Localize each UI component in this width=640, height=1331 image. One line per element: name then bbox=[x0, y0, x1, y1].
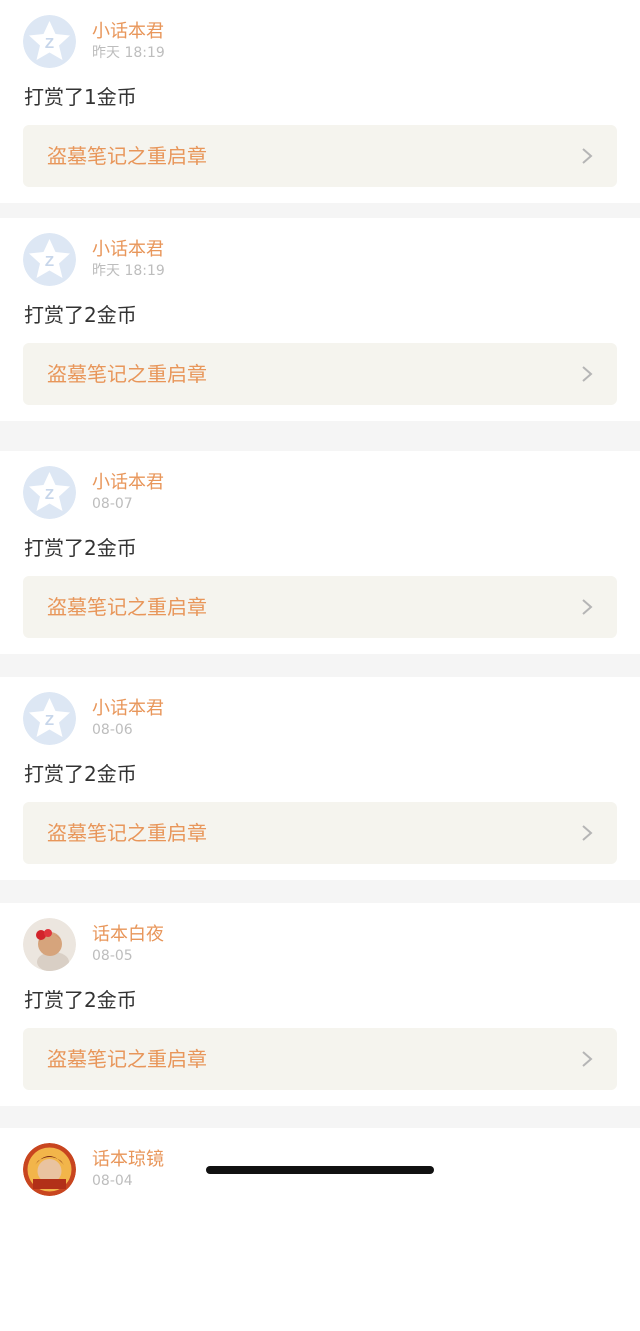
reward-message: 打赏了2金币 bbox=[24, 988, 137, 1012]
feed-item: 话本琼镜 08-04 bbox=[0, 1128, 640, 1331]
post-time: 昨天 18:19 bbox=[92, 263, 165, 279]
book-title: 盗墓笔记之重启章 bbox=[47, 595, 207, 619]
chevron-right-icon bbox=[582, 1051, 593, 1067]
avatar[interactable] bbox=[23, 1143, 76, 1196]
chevron-right-icon bbox=[582, 599, 593, 615]
default-avatar-icon: Z bbox=[23, 15, 76, 68]
reward-message: 打赏了1金币 bbox=[24, 85, 137, 109]
chevron-right-icon bbox=[582, 825, 593, 841]
post-time: 08-07 bbox=[92, 496, 133, 512]
avatar[interactable]: Z bbox=[23, 466, 76, 519]
avatar[interactable]: Z bbox=[23, 15, 76, 68]
feed-item: Z 小话本君 昨天 18:19 打赏了1金币 盗墓笔记之重启章 bbox=[0, 0, 640, 203]
book-link[interactable]: 盗墓笔记之重启章 bbox=[23, 125, 617, 187]
photo-avatar-icon bbox=[23, 918, 76, 971]
feed-item: Z 小话本君 08-07 打赏了2金币 盗墓笔记之重启章 bbox=[0, 451, 640, 654]
feed-item: Z 小话本君 08-06 打赏了2金币 盗墓笔记之重启章 bbox=[0, 677, 640, 880]
user-name[interactable]: 小话本君 bbox=[92, 20, 164, 44]
book-title: 盗墓笔记之重启章 bbox=[47, 1047, 207, 1071]
book-link[interactable]: 盗墓笔记之重启章 bbox=[23, 802, 617, 864]
post-time: 昨天 18:19 bbox=[92, 45, 165, 61]
post-time: 08-04 bbox=[92, 1173, 133, 1189]
user-name[interactable]: 小话本君 bbox=[92, 471, 164, 495]
chevron-right-icon bbox=[582, 148, 593, 164]
reward-message: 打赏了2金币 bbox=[24, 303, 137, 327]
book-link[interactable]: 盗墓笔记之重启章 bbox=[23, 1028, 617, 1090]
avatar[interactable]: Z bbox=[23, 233, 76, 286]
user-name[interactable]: 话本琼镜 bbox=[92, 1148, 164, 1172]
reward-message: 打赏了2金币 bbox=[24, 762, 137, 786]
book-title: 盗墓笔记之重启章 bbox=[47, 362, 207, 386]
book-link[interactable]: 盗墓笔记之重启章 bbox=[23, 343, 617, 405]
book-title: 盗墓笔记之重启章 bbox=[47, 821, 207, 845]
post-time: 08-05 bbox=[92, 948, 133, 964]
svg-text:Z: Z bbox=[45, 253, 54, 270]
post-time: 08-06 bbox=[92, 722, 133, 738]
chevron-right-icon bbox=[582, 366, 593, 382]
avatar[interactable]: Z bbox=[23, 692, 76, 745]
svg-text:Z: Z bbox=[45, 712, 54, 729]
avatar[interactable] bbox=[23, 918, 76, 971]
feed-item: Z 小话本君 昨天 18:19 打赏了2金币 盗墓笔记之重启章 bbox=[0, 218, 640, 421]
photo-avatar-icon bbox=[23, 1143, 76, 1196]
svg-text:Z: Z bbox=[45, 35, 54, 52]
default-avatar-icon: Z bbox=[23, 466, 76, 519]
svg-text:Z: Z bbox=[45, 486, 54, 503]
default-avatar-icon: Z bbox=[23, 692, 76, 745]
user-name[interactable]: 话本白夜 bbox=[92, 923, 164, 947]
user-name[interactable]: 小话本君 bbox=[92, 697, 164, 721]
book-link[interactable]: 盗墓笔记之重启章 bbox=[23, 576, 617, 638]
book-title: 盗墓笔记之重启章 bbox=[47, 144, 207, 168]
home-indicator[interactable] bbox=[206, 1166, 434, 1174]
reward-message: 打赏了2金币 bbox=[24, 536, 137, 560]
user-name[interactable]: 小话本君 bbox=[92, 238, 164, 262]
default-avatar-icon: Z bbox=[23, 233, 76, 286]
feed-item: 话本白夜 08-05 打赏了2金币 盗墓笔记之重启章 bbox=[0, 903, 640, 1106]
